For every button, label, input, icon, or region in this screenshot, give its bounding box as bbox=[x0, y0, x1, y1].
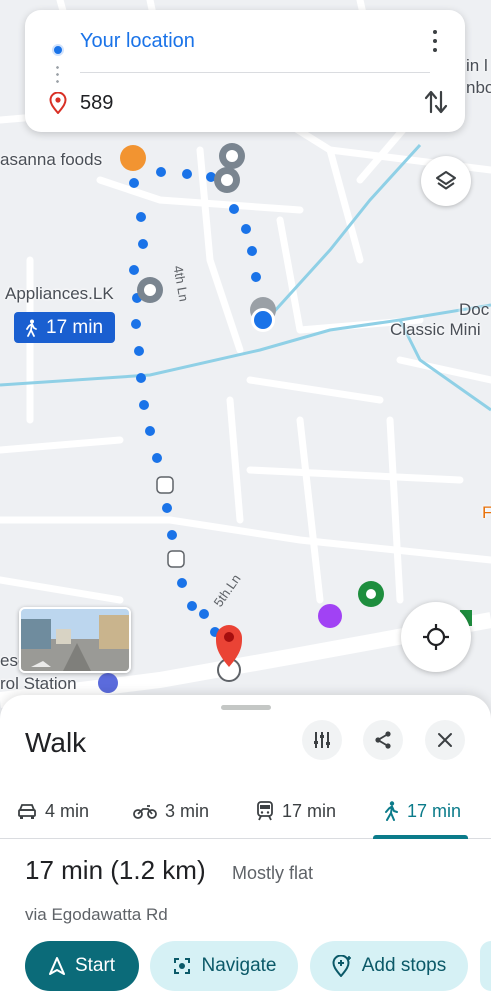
tab-transit[interactable]: 17 min bbox=[256, 783, 336, 839]
street-view-thumbnail[interactable] bbox=[19, 607, 131, 673]
navigate-button-label: Navigate bbox=[201, 955, 277, 976]
destination-field[interactable]: 589 bbox=[80, 92, 113, 115]
map-label-f: F bbox=[482, 503, 491, 522]
bottom-sheet: Walk 4 min 3 min 17 min 17 min 17 min (1… bbox=[0, 695, 491, 1000]
tab-motorbike-label: 3 min bbox=[165, 800, 210, 821]
share-icon bbox=[375, 731, 391, 749]
overflow-action-button[interactable] bbox=[480, 941, 491, 991]
swap-vert-icon[interactable] bbox=[423, 88, 449, 116]
layers-icon bbox=[436, 171, 456, 190]
route-path bbox=[129, 167, 261, 637]
close-button[interactable] bbox=[425, 720, 465, 760]
map-label-asanna-foods[interactable]: asanna foods bbox=[0, 150, 102, 170]
navigation-arrow-icon bbox=[48, 957, 65, 975]
add-stops-button[interactable]: Add stops bbox=[310, 941, 468, 991]
directions-card: Your location 589 bbox=[25, 10, 465, 132]
sheet-title: Walk bbox=[25, 727, 87, 758]
fuel-poi bbox=[98, 673, 118, 693]
layers-button[interactable] bbox=[421, 156, 471, 206]
walk-icon bbox=[385, 801, 398, 821]
share-button[interactable] bbox=[363, 720, 403, 760]
motorbike-icon bbox=[133, 805, 157, 819]
add-location-icon bbox=[332, 955, 351, 977]
tune-icon bbox=[314, 732, 330, 748]
tab-walk-label: 17 min bbox=[407, 800, 462, 821]
destination-pin bbox=[216, 625, 242, 682]
walk-icon bbox=[26, 319, 37, 337]
route-via: via Egodawatta Rd bbox=[25, 905, 168, 924]
origin-field[interactable]: Your location bbox=[80, 30, 195, 53]
route-duration: 17 min (1.2 km) bbox=[25, 855, 206, 885]
start-button-label: Start bbox=[74, 955, 116, 976]
restaurant-poi bbox=[120, 145, 146, 171]
close-icon bbox=[438, 733, 452, 747]
active-tab-indicator bbox=[373, 835, 468, 839]
drag-handle[interactable] bbox=[221, 705, 271, 710]
map-label-doc: Doc bbox=[459, 300, 490, 319]
crosshair-icon bbox=[423, 624, 449, 650]
connector-dots bbox=[56, 64, 59, 86]
map-label-rol-station[interactable]: rol Station bbox=[0, 674, 77, 694]
live-view-icon bbox=[173, 958, 190, 974]
tab-car[interactable]: 4 min bbox=[17, 783, 89, 839]
more-vert-icon[interactable] bbox=[425, 28, 445, 54]
walk-duration-chip[interactable]: 17 min bbox=[14, 312, 116, 343]
divider bbox=[80, 72, 430, 73]
walk-chip-label: 17 min bbox=[46, 316, 104, 338]
route-terrain: Mostly flat bbox=[232, 863, 314, 883]
start-button[interactable]: Start bbox=[25, 941, 139, 991]
map-label-nbo: nbo bbox=[466, 78, 491, 97]
map-label-appliances[interactable]: Appliances.LK bbox=[5, 284, 114, 304]
purple-poi bbox=[318, 604, 342, 628]
tab-transit-label: 17 min bbox=[282, 800, 337, 821]
tab-walk[interactable]: 17 min bbox=[383, 783, 461, 839]
map-label-classic-mini[interactable]: Classic Mini bbox=[390, 320, 481, 340]
train-icon bbox=[257, 801, 273, 821]
travel-mode-tabs: 4 min 3 min 17 min 17 min bbox=[0, 783, 491, 839]
current-location-dot bbox=[254, 311, 272, 329]
tab-car-label: 4 min bbox=[45, 800, 90, 821]
origin-dot-icon bbox=[52, 44, 64, 56]
navigate-button[interactable]: Navigate bbox=[150, 941, 298, 991]
route-options-button[interactable] bbox=[302, 720, 342, 760]
add-stops-button-label: Add stops bbox=[361, 955, 447, 976]
car-icon bbox=[18, 804, 36, 819]
my-location-button[interactable] bbox=[401, 602, 471, 672]
map-label-in-l: in l bbox=[466, 56, 488, 75]
destination-pin-icon bbox=[49, 92, 67, 114]
tab-motorbike[interactable]: 3 min bbox=[133, 783, 209, 839]
